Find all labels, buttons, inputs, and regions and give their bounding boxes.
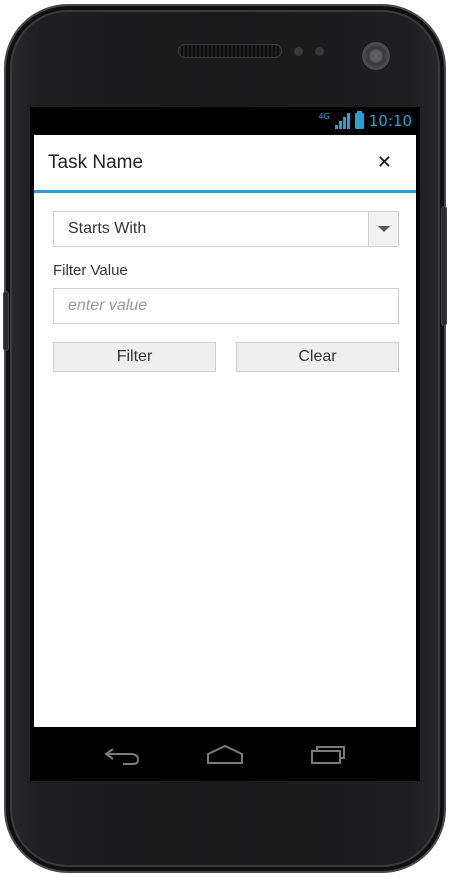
network-type: 4G (318, 111, 330, 121)
chevron-down-icon (377, 226, 390, 232)
home-icon[interactable] (205, 741, 245, 767)
navigation-bar (30, 727, 420, 781)
proximity-sensor (294, 47, 303, 56)
signal-icon (334, 113, 350, 129)
battery-icon (354, 111, 364, 129)
filter-value-label: Filter Value (53, 262, 128, 279)
back-icon[interactable] (102, 741, 142, 767)
phone-screen: 4G 10:10 Task Name ✕ Starts With Filter … (30, 107, 420, 781)
recent-apps-icon[interactable] (308, 741, 348, 767)
status-time: 10:10 (368, 112, 412, 130)
filter-value-input[interactable] (53, 288, 399, 324)
dropdown-arrow-button[interactable] (368, 212, 398, 246)
status-bar: 4G 10:10 (30, 107, 420, 135)
power-button (441, 206, 447, 326)
dialog-header: Task Name ✕ (34, 135, 416, 193)
filter-button[interactable]: Filter (53, 342, 216, 372)
earpiece-speaker (178, 44, 282, 58)
light-sensor (315, 47, 324, 56)
filter-operator-dropdown[interactable]: Starts With (53, 211, 399, 247)
dialog-body: Starts With Filter Value Filter Clear (34, 193, 416, 372)
volume-button (3, 291, 9, 351)
front-camera (362, 42, 390, 70)
action-buttons: Filter Clear (53, 342, 399, 372)
close-icon[interactable]: ✕ (377, 152, 392, 173)
filter-operator-value: Starts With (68, 220, 147, 237)
filter-dialog: Task Name ✕ Starts With Filter Value Fil… (34, 135, 416, 727)
clear-button[interactable]: Clear (236, 342, 399, 372)
dialog-title: Task Name (48, 151, 144, 173)
